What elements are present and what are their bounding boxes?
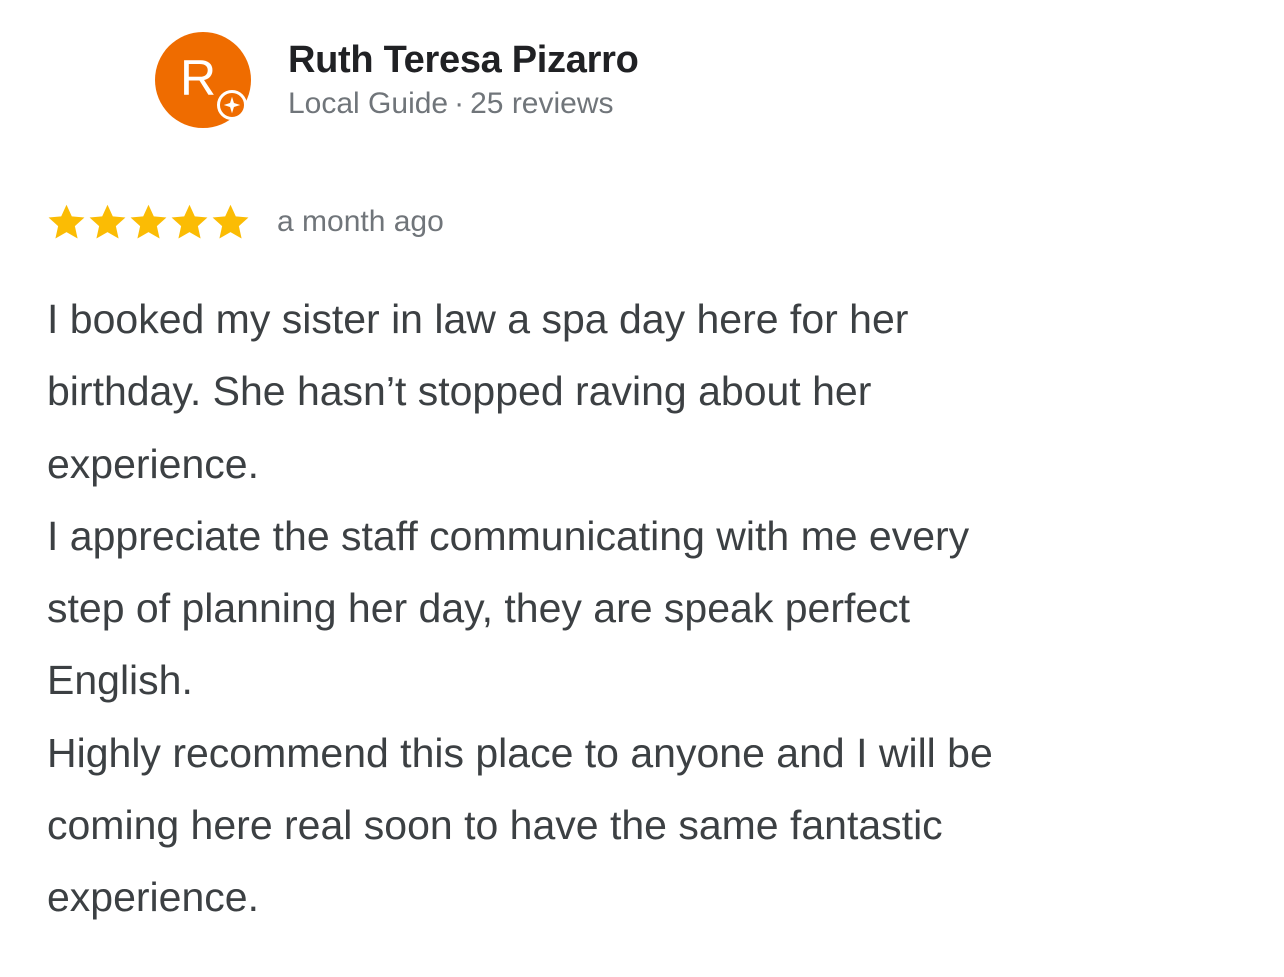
review-text-line: I booked my sister in law a spa day here… — [47, 296, 909, 342]
rating-row: a month ago — [46, 200, 444, 244]
review-text-line: English. — [47, 657, 193, 704]
reviewer-info: Ruth Teresa Pizarro Local Guide · 25 revie… — [288, 32, 639, 124]
reviewer-name[interactable]: Ruth Teresa Pizarro — [288, 38, 639, 82]
review-text-line: I appreciate the staff communicating wit… — [47, 512, 970, 559]
review-text-line: coming here real soon to have the same f… — [47, 802, 943, 849]
review-text-line: step of planning her day, they are speak… — [47, 585, 911, 632]
review-count: 25 reviews — [470, 87, 614, 120]
review-time: a month ago — [277, 205, 444, 238]
star-icon — [48, 204, 85, 239]
review-text-line: birthday. She hasn’t stopped raving abou… — [47, 368, 872, 415]
review-text-line: Highly recommend this place to anyone an… — [47, 729, 993, 776]
review-text: I booked my sister in law a spa day here… — [47, 283, 1247, 934]
meta-separator: · — [454, 87, 465, 120]
reviewer-avatar[interactable]: R — [155, 32, 251, 128]
star-icon — [171, 204, 208, 239]
local-guide-label: Local Guide — [288, 87, 449, 120]
star-icon — [212, 204, 249, 239]
star-rating — [46, 202, 251, 243]
reviewer-meta: Local Guide · 25 reviews — [288, 84, 638, 124]
star-icon — [130, 204, 167, 239]
review-text-line: experience. — [47, 874, 259, 921]
local-guide-star-icon — [217, 90, 247, 120]
avatar-letter: R — [179, 50, 217, 106]
review-text-line: experience. — [47, 440, 259, 487]
star-icon — [89, 204, 126, 239]
reviewer-header: R Ruth Teresa Pizarro Local Guide · 25 rev… — [155, 32, 639, 132]
